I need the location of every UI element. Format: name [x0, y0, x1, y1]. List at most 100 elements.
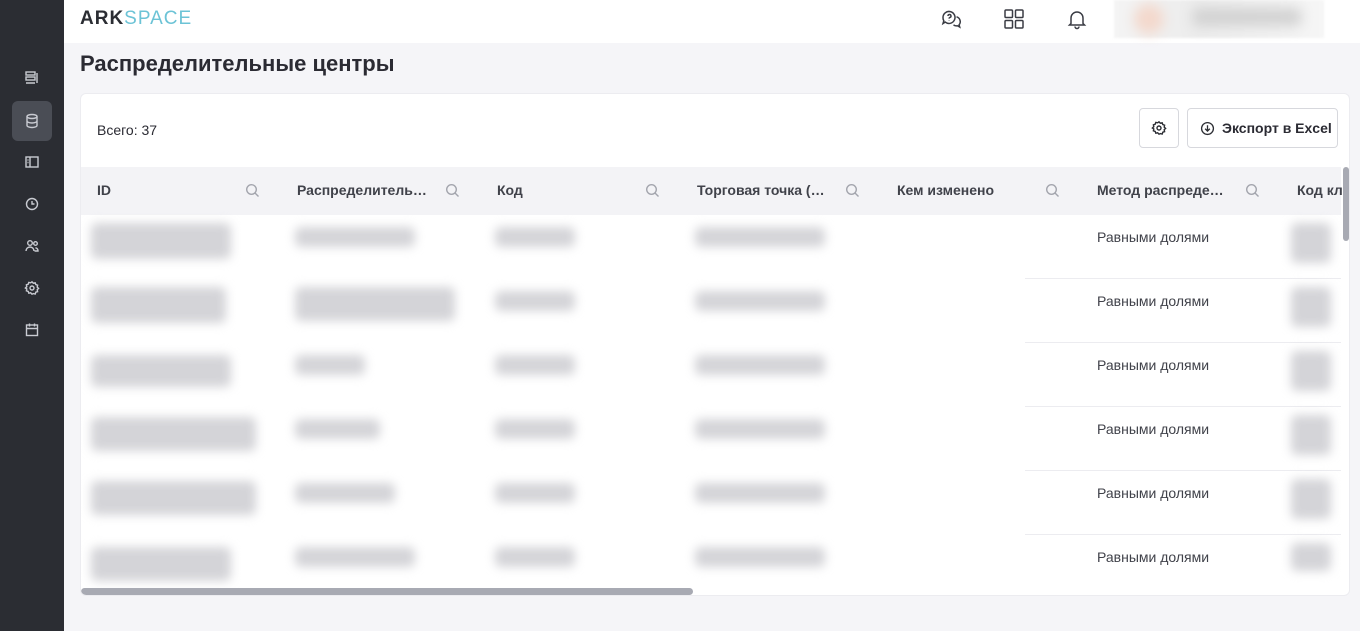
search-icon[interactable] — [1045, 183, 1060, 198]
table-card: Всего: 37 Экспорт в Excel ID Распределит… — [80, 93, 1350, 596]
redacted-id — [91, 287, 226, 323]
redacted-code — [495, 483, 575, 503]
table-header: ID Распределительный центр Код Торговая … — [81, 167, 1343, 215]
help-chat-button[interactable] — [938, 6, 964, 32]
table-row[interactable]: Равными долями — [81, 279, 1341, 343]
notifications-button[interactable] — [1064, 6, 1090, 32]
sidebar-item-history[interactable] — [12, 184, 52, 224]
sidebar-item-users[interactable] — [12, 226, 52, 266]
redacted-dc — [295, 547, 415, 567]
column-header-dc[interactable]: Распределительный центр — [281, 167, 481, 215]
search-icon[interactable] — [245, 183, 260, 198]
redacted-client-code — [1291, 223, 1331, 263]
column-label: ID — [97, 182, 111, 198]
redacted-code — [495, 419, 575, 439]
table-row[interactable]: Равными долями — [81, 343, 1341, 407]
gear-icon — [24, 280, 40, 296]
redacted-client-code — [1291, 479, 1331, 519]
table-row[interactable]: Равными долями — [81, 535, 1341, 595]
column-label: Торговая точка (основная) — [697, 182, 832, 198]
redacted-code — [495, 291, 575, 311]
redacted-id — [91, 547, 231, 581]
sidebar-item-list[interactable] — [12, 58, 52, 98]
redacted-id — [91, 417, 256, 451]
export-excel-button[interactable]: Экспорт в Excel — [1187, 108, 1338, 148]
total-count: Всего: 37 — [97, 122, 158, 138]
column-label: Код кл — [1297, 182, 1343, 198]
redacted-code — [495, 355, 575, 375]
database-icon — [26, 113, 38, 129]
redacted-store — [695, 483, 825, 503]
apps-grid-icon — [1004, 9, 1024, 29]
redacted-id — [91, 223, 231, 259]
logo-ark: ARK — [80, 8, 125, 29]
redacted-store — [695, 227, 825, 247]
calendar-icon — [25, 323, 39, 337]
sidebar-item-book[interactable] — [12, 142, 52, 182]
gear-icon — [1151, 120, 1167, 136]
search-icon[interactable] — [445, 183, 460, 198]
apps-grid-button[interactable] — [1001, 6, 1027, 32]
redacted-code — [495, 227, 575, 247]
table-settings-button[interactable] — [1139, 108, 1179, 148]
help-chat-icon — [941, 10, 961, 29]
column-header-client-code[interactable]: Код кл — [1281, 167, 1349, 215]
redacted-client-code — [1291, 415, 1331, 455]
sidebar-item-calendar[interactable] — [12, 310, 52, 350]
redacted-dc — [295, 355, 365, 375]
export-excel-label: Экспорт в Excel — [1222, 120, 1332, 136]
page-title: Распределительные центры — [80, 51, 395, 76]
column-label: Метод распределения — [1097, 182, 1232, 198]
column-label: Кем изменено — [897, 182, 995, 198]
redacted-store — [695, 419, 825, 439]
column-header-id[interactable]: ID — [81, 167, 281, 215]
column-header-code[interactable]: Код — [481, 167, 681, 215]
redacted-store — [695, 355, 825, 375]
redacted-code — [495, 547, 575, 567]
sidebar-item-settings[interactable] — [12, 268, 52, 308]
cell-method: Равными долями — [1097, 485, 1210, 501]
download-icon — [1200, 121, 1215, 135]
logo-space: SPACE — [124, 8, 193, 29]
user-profile-menu[interactable] — [1114, 0, 1324, 38]
book-icon — [25, 156, 39, 168]
search-icon[interactable] — [1245, 183, 1260, 198]
column-label: Код — [497, 182, 523, 198]
logo[interactable]: ARKSPACE — [80, 8, 192, 30]
column-header-method[interactable]: Метод распределения — [1081, 167, 1281, 215]
redacted-dc — [295, 419, 380, 439]
avatar — [1134, 4, 1164, 34]
cell-method: Равными долями — [1097, 293, 1210, 309]
redacted-store — [695, 547, 825, 567]
cell-method: Равными долями — [1097, 421, 1210, 437]
list-icon — [25, 71, 38, 84]
column-header-store[interactable]: Торговая точка (основная) — [681, 167, 881, 215]
cell-method: Равными долями — [1097, 549, 1210, 565]
redacted-client-code — [1291, 287, 1331, 327]
redacted-client-code — [1291, 543, 1331, 571]
clock-icon — [25, 197, 39, 211]
users-icon — [25, 240, 39, 252]
sidebar-item-database[interactable] — [12, 101, 52, 141]
cell-method: Равными долями — [1097, 357, 1210, 373]
search-icon[interactable] — [645, 183, 660, 198]
redacted-dc — [295, 227, 415, 247]
column-label: Распределительный центр — [297, 182, 432, 198]
redacted-id — [91, 355, 231, 387]
vertical-scrollbar[interactable] — [1343, 167, 1349, 241]
column-header-modified-by[interactable]: Кем изменено — [881, 167, 1081, 215]
user-name-redacted — [1192, 8, 1302, 26]
table-row[interactable]: Равными долями — [81, 407, 1341, 471]
bell-icon — [1067, 11, 1087, 30]
redacted-store — [695, 291, 825, 311]
top-bar: ARKSPACE — [64, 0, 1360, 43]
table-row[interactable]: Равными долями — [81, 215, 1341, 279]
search-icon[interactable] — [845, 183, 860, 198]
table-row[interactable]: Равными долями — [81, 471, 1341, 535]
redacted-dc — [295, 483, 395, 503]
redacted-id — [91, 481, 256, 515]
redacted-dc — [295, 287, 455, 321]
sidebar — [0, 0, 64, 631]
horizontal-scrollbar[interactable] — [81, 588, 693, 595]
cell-method: Равными долями — [1097, 229, 1210, 245]
